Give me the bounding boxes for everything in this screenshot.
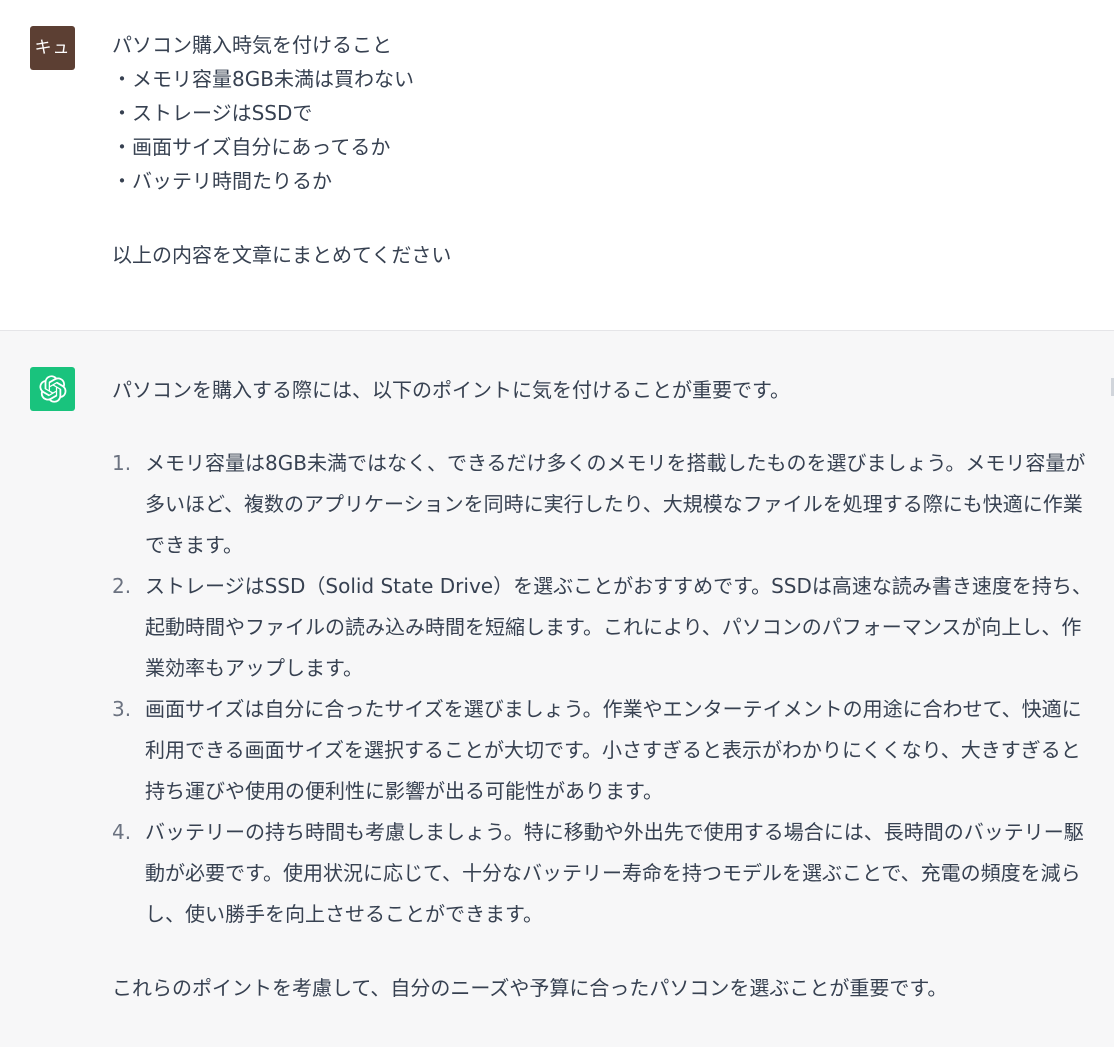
user-message-line: ・メモリ容量8GB未満は買わない bbox=[112, 67, 414, 91]
list-item: 2. ストレージはSSD（Solid State Drive）を選ぶことがおすす… bbox=[112, 566, 1092, 689]
list-item-text: メモリ容量は8GB未満ではなく、できるだけ多くのメモリを搭載したものを選びましょ… bbox=[145, 451, 1086, 557]
list-item-number: 2. bbox=[112, 574, 132, 598]
list-item-text: ストレージはSSD（Solid State Drive）を選ぶことがおすすめです… bbox=[145, 574, 1092, 680]
user-message-line: ・画面サイズ自分にあってるか bbox=[112, 135, 391, 159]
user-message-line: ・ストレージはSSDで bbox=[112, 101, 313, 125]
assistant-intro: パソコンを購入する際には、以下のポイントに気を付けることが重要です。 bbox=[112, 378, 790, 402]
list-item-text: バッテリーの持ち時間も考慮しましょう。特に移動や外出先で使用する場合には、長時間… bbox=[145, 820, 1084, 926]
user-message-text: パソコン購入時気を付けること ・メモリ容量8GB未満は買わない ・ストレージはS… bbox=[112, 28, 1072, 272]
user-message-line: ・バッテリ時間たりるか bbox=[112, 169, 332, 193]
user-avatar: キュ bbox=[30, 26, 75, 70]
user-avatar-text: キュ bbox=[34, 38, 71, 58]
user-message: キュ パソコン購入時気を付けること ・メモリ容量8GB未満は買わない ・ストレー… bbox=[0, 0, 1114, 331]
user-message-line: パソコン購入時気を付けること bbox=[112, 33, 392, 57]
list-item: 4. バッテリーの持ち時間も考慮しましょう。特に移動や外出先で使用する場合には、… bbox=[112, 812, 1092, 935]
user-message-closing: 以上の内容を文章にまとめてください bbox=[112, 243, 452, 267]
assistant-message-text: パソコンを購入する際には、以下のポイントに気を付けることが重要です。 1. メモ… bbox=[112, 370, 1092, 1008]
assistant-outro: これらのポイントを考慮して、自分のニーズや予算に合ったパソコンを選ぶことが重要で… bbox=[112, 976, 948, 1000]
points-list: 1. メモリ容量は8GB未満ではなく、できるだけ多くのメモリを搭載したものを選び… bbox=[112, 443, 1092, 935]
list-item-number: 3. bbox=[112, 697, 132, 721]
openai-logo-icon bbox=[30, 367, 75, 411]
list-item: 3. 画面サイズは自分に合ったサイズを選びましょう。作業やエンターテイメントの用… bbox=[112, 689, 1092, 812]
list-item-text: 画面サイズは自分に合ったサイズを選びましょう。作業やエンターテイメントの用途に合… bbox=[145, 697, 1082, 803]
list-item: 1. メモリ容量は8GB未満ではなく、できるだけ多くのメモリを搭載したものを選び… bbox=[112, 443, 1092, 566]
list-item-number: 1. bbox=[112, 451, 132, 475]
list-item-number: 4. bbox=[112, 820, 132, 844]
